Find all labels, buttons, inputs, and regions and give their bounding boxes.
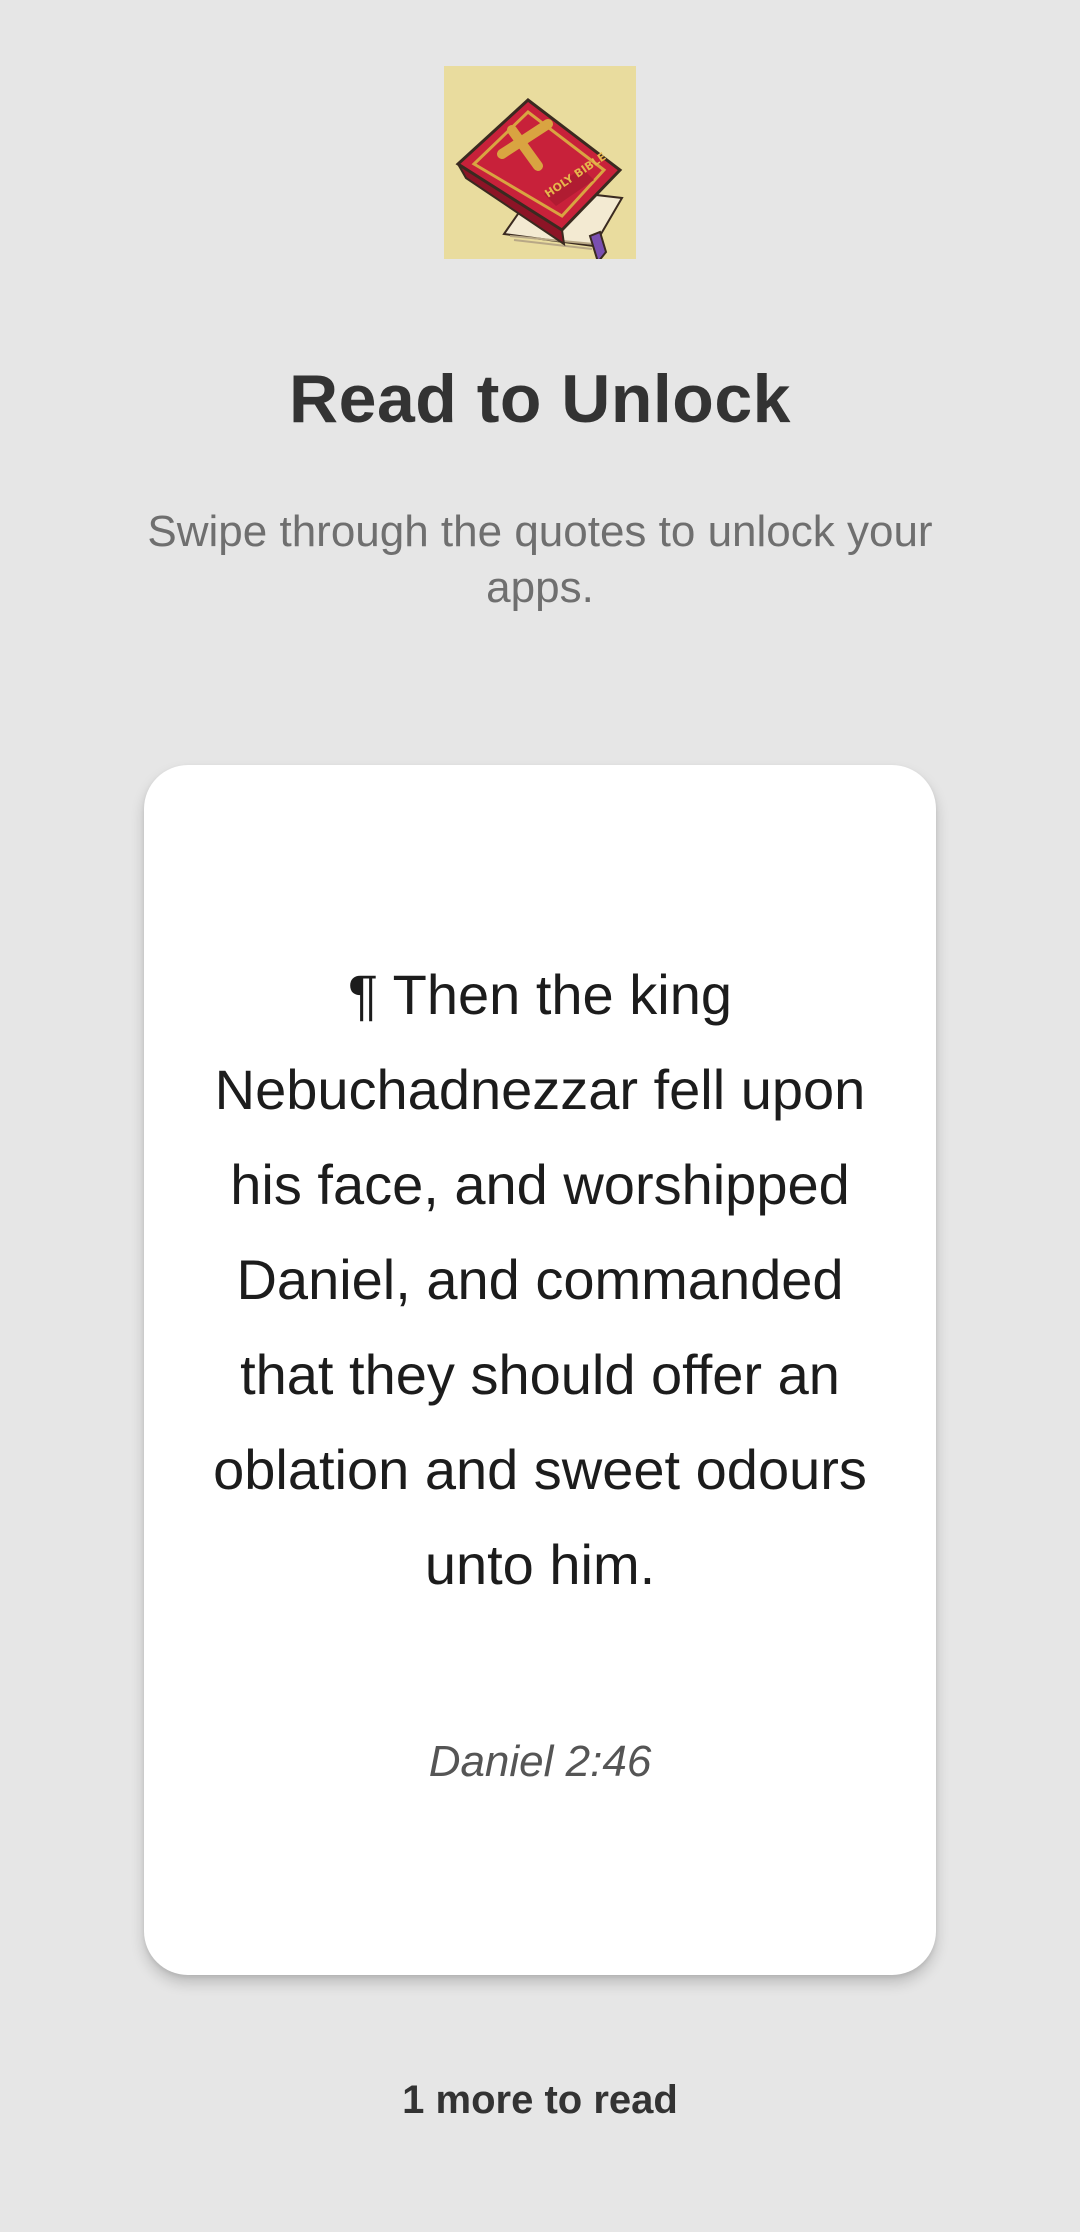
read-to-unlock-screen: HOLY BIBLE Read to Unlock Swipe through …	[0, 0, 1080, 2232]
quote-reference: Daniel 2:46	[428, 1737, 652, 1786]
quote-card[interactable]: ¶ Then the king Nebuchadnezzar fell upon…	[144, 765, 936, 1975]
quote-text: ¶ Then the king Nebuchadnezzar fell upon…	[213, 963, 867, 1596]
page-subtitle: Swipe through the quotes to unlock your …	[147, 507, 933, 612]
bible-logo-icon: HOLY BIBLE	[444, 66, 636, 259]
remaining-count: 1 more to read	[402, 2078, 678, 2122]
page-title: Read to Unlock	[289, 361, 791, 437]
